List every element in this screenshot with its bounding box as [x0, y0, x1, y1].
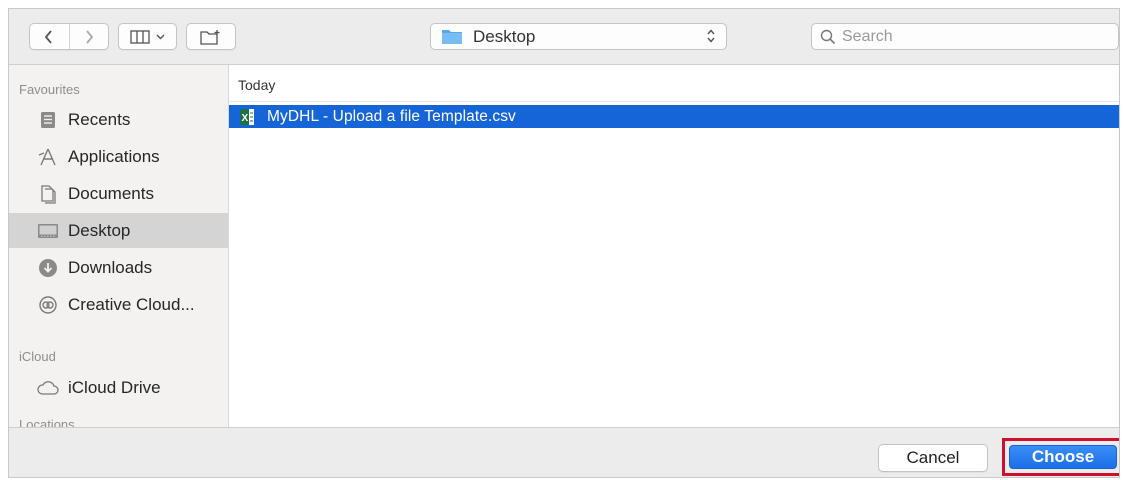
chevron-down-icon — [156, 34, 165, 39]
file-list: Today X MyDHL - Upload a file Template.c… — [229, 65, 1119, 427]
cancel-button[interactable]: Cancel — [878, 444, 988, 472]
sidebar-item-recents[interactable]: Recents — [9, 102, 228, 137]
svg-text:X: X — [242, 113, 249, 124]
documents-icon — [41, 184, 56, 204]
file-open-dialog: Desktop Favourites — [8, 8, 1120, 478]
new-folder-icon — [200, 29, 220, 45]
sidebar-item-label: iCloud Drive — [68, 377, 161, 397]
forward-button[interactable] — [68, 24, 108, 49]
sidebar: Favourites Recents Applications Document… — [9, 65, 229, 427]
search-icon — [820, 29, 836, 44]
group-header-today: Today — [229, 65, 1119, 102]
sidebar-item-desktop[interactable]: Desktop — [9, 213, 228, 248]
choose-highlight-box: Choose — [1002, 438, 1119, 476]
sidebar-item-label: Documents — [68, 183, 154, 203]
downloads-icon — [39, 258, 57, 277]
sidebar-item-label: Recents — [68, 109, 131, 129]
dialog-footer: Cancel Choose — [9, 427, 1119, 477]
file-name: MyDHL - Upload a file Template.csv — [267, 107, 516, 125]
chevron-right-icon — [86, 29, 94, 44]
sidebar-section-locations: Locations — [19, 417, 75, 427]
view-mode-button[interactable] — [118, 23, 177, 50]
sidebar-section-favourites: Favourites — [19, 82, 80, 97]
search-field[interactable] — [811, 23, 1119, 50]
navigation-buttons — [29, 23, 109, 50]
location-popup[interactable]: Desktop — [430, 23, 727, 50]
sidebar-item-downloads[interactable]: Downloads — [9, 250, 228, 285]
file-row[interactable]: X MyDHL - Upload a file Template.csv — [229, 105, 1119, 128]
desktop-icon — [38, 223, 58, 238]
choose-button[interactable]: Choose — [1009, 445, 1117, 469]
toolbar: Desktop — [9, 9, 1119, 65]
new-folder-button[interactable] — [186, 23, 236, 50]
sidebar-item-documents[interactable]: Documents — [9, 176, 228, 211]
sidebar-item-applications[interactable]: Applications — [9, 139, 228, 174]
sidebar-item-label: Creative Cloud... — [68, 294, 195, 314]
search-input[interactable] — [842, 27, 1102, 46]
sidebar-item-label: Downloads — [68, 257, 153, 277]
sidebar-section-icloud: iCloud — [19, 349, 56, 364]
column-view-icon — [130, 29, 150, 44]
applications-icon — [38, 148, 56, 165]
sidebar-item-label: Desktop — [68, 220, 131, 240]
icloud-drive-icon — [37, 380, 59, 395]
folder-icon — [442, 30, 462, 44]
recents-icon — [41, 111, 55, 128]
back-button[interactable] — [30, 24, 69, 49]
sidebar-item-icloud-drive[interactable]: iCloud Drive — [9, 370, 228, 405]
sidebar-item-creative-cloud[interactable]: Creative Cloud... — [9, 287, 228, 322]
chevron-left-icon — [45, 29, 53, 44]
sidebar-item-label: Applications — [68, 146, 160, 166]
excel-file-icon: X — [240, 108, 254, 125]
creative-cloud-icon — [39, 295, 57, 314]
up-down-chevron-icon — [707, 29, 715, 43]
location-label: Desktop — [473, 26, 536, 46]
